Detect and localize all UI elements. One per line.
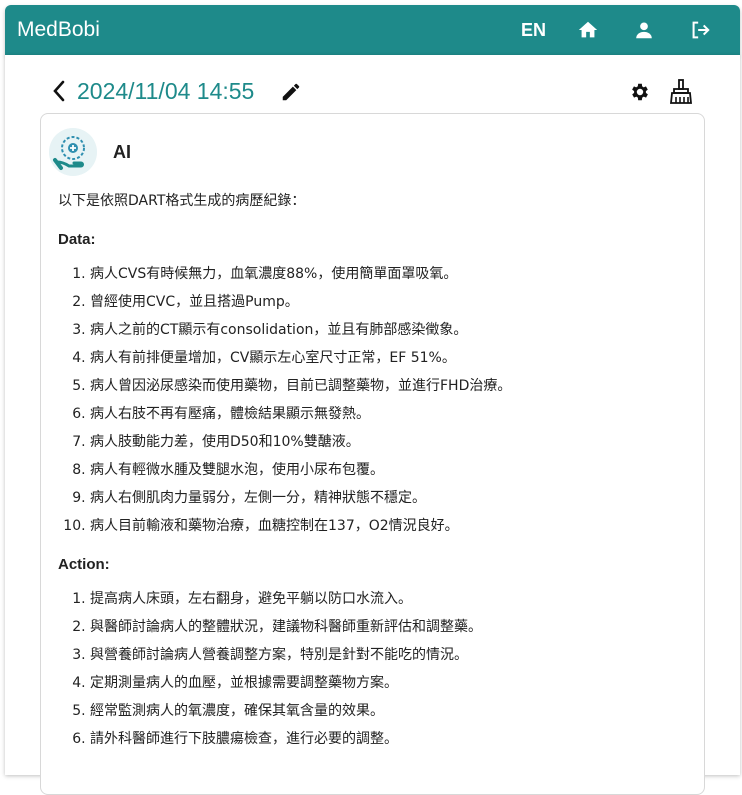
gear-icon[interactable] xyxy=(629,81,651,103)
home-icon[interactable] xyxy=(577,19,599,41)
list-item: 曾經使用CVC，並且搭過Pump。 xyxy=(90,288,688,316)
action-list: 提高病人床頭，左右翻身，避免平躺以防口水流入。 與醫師討論病人的整體狀況，建議物… xyxy=(58,585,688,753)
section-title-data: Data: xyxy=(58,231,96,248)
list-item: 病人右側肌肉力量弱分，左側一分，精神狀態不穩定。 xyxy=(90,484,688,512)
list-item: 病人之前的CT顯示有consolidation，並且有肺部感染徵象。 xyxy=(90,316,688,344)
list-item: 病人有輕微水腫及雙腿水泡，使用小尿布包覆。 xyxy=(90,456,688,484)
record-panel: 2024/11/04 14:55 AI 以下是依照DART格式生成的病歷紀錄： … xyxy=(5,55,740,795)
list-item: 與營養師討論病人營養調整方案，特別是針對不能吃的情況。 xyxy=(90,641,688,669)
list-item: 病人目前輸液和藥物治療，血糖控制在137，O2情況良好。 xyxy=(90,512,688,540)
message-body: 以下是依照DART格式生成的病歷紀錄： Data: 病人CVS有時候無力，血氧濃… xyxy=(58,187,688,761)
list-item: 病人CVS有時候無力，血氧濃度88%，使用簡單面罩吸氧。 xyxy=(90,260,688,288)
list-item: 病人曾因泌尿感染而使用藥物，目前已調整藥物，並進行FHD治療。 xyxy=(90,372,688,400)
list-item: 提高病人床頭，左右翻身，避免平躺以防口水流入。 xyxy=(90,585,688,613)
data-list: 病人CVS有時候無力，血氧濃度88%，使用簡單面罩吸氧。 曾經使用CVC，並且搭… xyxy=(58,260,688,540)
ai-avatar xyxy=(49,128,97,176)
logout-icon[interactable] xyxy=(689,19,711,41)
list-item: 病人肢動能力差，使用D50和10%雙醣液。 xyxy=(90,428,688,456)
record-datetime: 2024/11/04 14:55 xyxy=(77,78,255,104)
list-item: 病人右肢不再有壓痛，體檢結果顯示無發熱。 xyxy=(90,400,688,428)
message-intro: 以下是依照DART格式生成的病歷紀錄： xyxy=(58,193,306,209)
app-bar: MedBobi EN xyxy=(5,5,740,55)
brand-name[interactable]: MedBobi xyxy=(17,18,100,42)
message-card: AI 以下是依照DART格式生成的病歷紀錄： Data: 病人CVS有時候無力，… xyxy=(40,113,705,795)
pencil-icon[interactable] xyxy=(280,81,302,103)
list-item: 病人有前排便量增加，CV顯示左心室尺寸正常，EF 51%。 xyxy=(90,344,688,372)
list-item: 經常監測病人的氧濃度，確保其氧含量的效果。 xyxy=(90,697,688,725)
list-item: 與醫師討論病人的整體狀況，建議物科醫師重新評估和調整藥。 xyxy=(90,613,688,641)
chevron-left-icon[interactable] xyxy=(52,79,66,103)
language-toggle[interactable]: EN xyxy=(521,20,546,41)
broom-icon[interactable] xyxy=(669,79,693,105)
section-title-action: Action: xyxy=(58,556,110,573)
sender-name: AI xyxy=(113,142,131,162)
record-toolbar: 2024/11/04 14:55 xyxy=(5,55,740,113)
user-icon[interactable] xyxy=(633,19,655,41)
list-item: 請外科醫師進行下肢膿瘍檢查，進行必要的調整。 xyxy=(90,725,688,753)
list-item: 定期測量病人的血壓，並根據需要調整藥物方案。 xyxy=(90,669,688,697)
